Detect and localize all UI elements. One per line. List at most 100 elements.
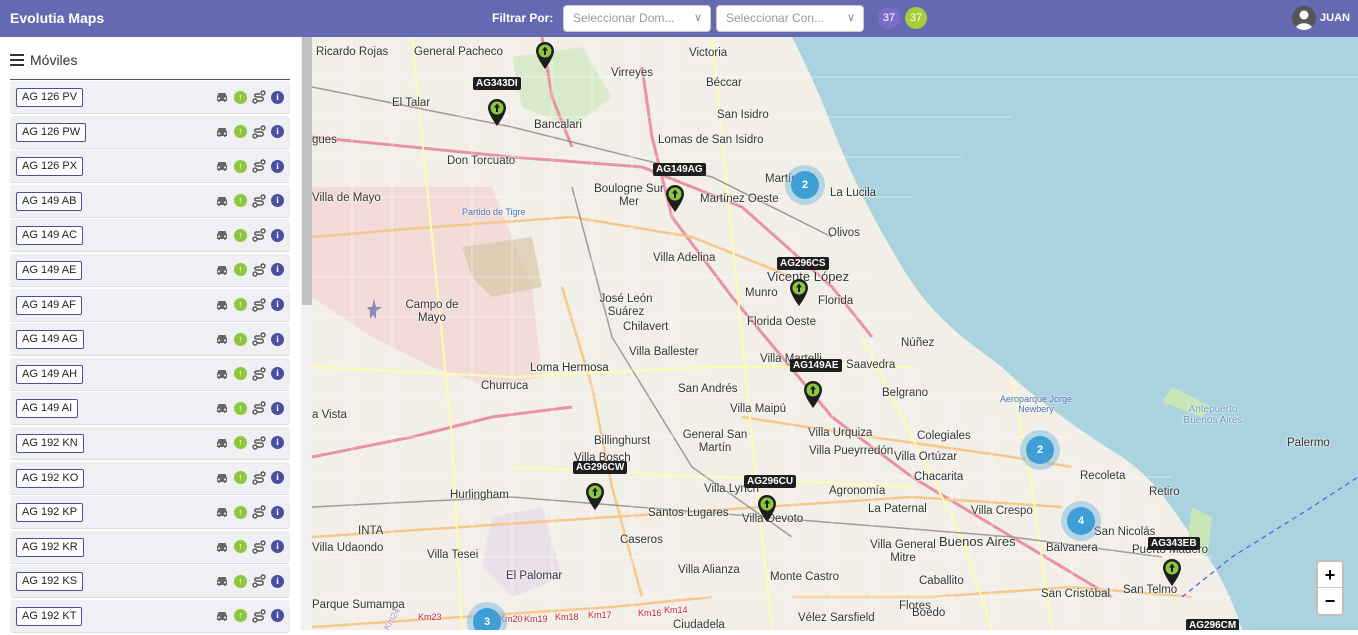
vehicle-row[interactable]: AG 149 AB ↑ i — [10, 184, 290, 218]
vehicle-row[interactable]: AG 149 AF ↑ i — [10, 288, 290, 322]
car-icon[interactable] — [215, 401, 229, 415]
count-badge-green[interactable]: 37 — [905, 7, 927, 29]
info-icon[interactable]: i — [271, 367, 284, 381]
status-arrow-icon[interactable]: ↑ — [234, 401, 247, 415]
car-icon[interactable] — [215, 159, 229, 173]
info-icon[interactable]: i — [271, 471, 284, 485]
scrollbar-thumb[interactable] — [302, 37, 312, 305]
user-menu[interactable]: JUAN — [1292, 6, 1350, 30]
driver-select[interactable]: Seleccionar Con... ∨ — [716, 5, 864, 32]
info-icon[interactable]: i — [271, 125, 284, 139]
marker-cluster[interactable]: 4 — [1061, 501, 1101, 541]
vehicle-label[interactable]: AG149AE — [790, 359, 842, 372]
vehicle-pin-icon[interactable] — [664, 183, 686, 213]
info-icon[interactable]: i — [271, 159, 284, 173]
vehicle-pin-icon[interactable] — [486, 97, 508, 127]
vehicle-label[interactable]: AG343EB — [1148, 537, 1200, 550]
car-icon[interactable] — [215, 298, 229, 312]
route-icon[interactable] — [252, 159, 266, 173]
vehicle-row[interactable]: AG 192 KP ↑ i — [10, 496, 290, 530]
vehicle-row[interactable]: AG 192 KR ↑ i — [10, 530, 290, 564]
route-icon[interactable] — [252, 436, 266, 450]
info-icon[interactable]: i — [271, 436, 284, 450]
vehicle-row[interactable]: AG 149 AG ↑ i — [10, 323, 290, 357]
status-arrow-icon[interactable]: ↑ — [234, 263, 247, 277]
vehicle-pin-icon[interactable] — [756, 493, 778, 523]
vehicle-label[interactable]: AG296CM — [1186, 619, 1240, 630]
car-icon[interactable] — [215, 367, 229, 381]
route-icon[interactable] — [252, 540, 266, 554]
car-icon[interactable] — [215, 540, 229, 554]
vehicle-label[interactable]: AG296CW — [573, 461, 628, 474]
vehicle-label[interactable]: AG296CU — [744, 475, 797, 488]
vehicle-row[interactable]: AG 192 KN ↑ i — [10, 426, 290, 460]
marker-cluster[interactable]: 2 — [1020, 430, 1060, 470]
vehicle-pin-icon[interactable] — [802, 379, 824, 409]
vehicle-row[interactable]: AG 149 AH ↑ i — [10, 357, 290, 391]
vehicle-row[interactable]: AG 192 KO ↑ i — [10, 461, 290, 495]
status-arrow-icon[interactable]: ↑ — [234, 159, 247, 173]
info-icon[interactable]: i — [271, 401, 284, 415]
vehicle-label[interactable]: AG149AG — [653, 163, 706, 176]
status-arrow-icon[interactable]: ↑ — [234, 90, 247, 104]
route-icon[interactable] — [252, 505, 266, 519]
car-icon[interactable] — [215, 332, 229, 346]
status-arrow-icon[interactable]: ↑ — [234, 228, 247, 242]
car-icon[interactable] — [215, 471, 229, 485]
route-icon[interactable] — [252, 263, 266, 277]
status-arrow-icon[interactable]: ↑ — [234, 194, 247, 208]
info-icon[interactable]: i — [271, 609, 284, 623]
vehicle-label[interactable]: AG296CS — [777, 257, 829, 270]
vehicle-row[interactable]: AG 126 PW ↑ i — [10, 115, 290, 149]
car-icon[interactable] — [215, 125, 229, 139]
status-arrow-icon[interactable]: ↑ — [234, 125, 247, 139]
status-arrow-icon[interactable]: ↑ — [234, 471, 247, 485]
zoom-out-button[interactable]: − — [1318, 588, 1342, 614]
status-arrow-icon[interactable]: ↑ — [234, 574, 247, 588]
route-icon[interactable] — [252, 609, 266, 623]
zoom-in-button[interactable]: + — [1318, 562, 1342, 588]
status-arrow-icon[interactable]: ↑ — [234, 367, 247, 381]
vehicle-row[interactable]: AG 149 AC ↑ i — [10, 219, 290, 253]
vehicle-pin-icon[interactable] — [584, 481, 606, 511]
info-icon[interactable]: i — [271, 332, 284, 346]
status-arrow-icon[interactable]: ↑ — [234, 540, 247, 554]
route-icon[interactable] — [252, 194, 266, 208]
route-icon[interactable] — [252, 574, 266, 589]
car-icon[interactable] — [215, 228, 229, 242]
vehicle-row[interactable]: AG 192 KT ↑ i — [10, 599, 290, 633]
map[interactable]: Ricardo Rojas General Pacheco Victoria Virr… — [312, 37, 1358, 630]
vehicle-row[interactable]: AG 149 AE ↑ i — [10, 253, 290, 287]
car-icon[interactable] — [215, 436, 229, 450]
marker-cluster[interactable]: 2 — [785, 165, 825, 205]
info-icon[interactable]: i — [271, 540, 284, 554]
vehicle-row[interactable]: AG 192 KS ↑ i — [10, 565, 290, 599]
sidebar-scrollbar[interactable] — [301, 37, 312, 630]
vehicle-row[interactable]: AG 126 PX ↑ i — [10, 150, 290, 184]
info-icon[interactable]: i — [271, 298, 284, 312]
status-arrow-icon[interactable]: ↑ — [234, 505, 247, 519]
count-badge-purple[interactable]: 37 — [878, 7, 900, 29]
info-icon[interactable]: i — [271, 263, 284, 277]
vehicle-pin-icon[interactable] — [788, 277, 810, 307]
info-icon[interactable]: i — [271, 90, 284, 104]
route-icon[interactable] — [252, 124, 266, 139]
vehicle-label[interactable]: AG343DI — [473, 77, 521, 90]
route-icon[interactable] — [252, 332, 266, 346]
car-icon[interactable] — [215, 194, 229, 208]
status-arrow-icon[interactable]: ↑ — [234, 298, 247, 312]
vehicle-row[interactable]: AG 126 PV ↑ i — [10, 81, 290, 114]
domain-select[interactable]: Seleccionar Dom... ∨ — [563, 5, 711, 32]
menu-icon[interactable] — [10, 54, 24, 66]
route-icon[interactable] — [252, 90, 266, 104]
vehicle-pin-icon[interactable] — [534, 40, 556, 70]
car-icon[interactable] — [215, 609, 229, 623]
info-icon[interactable]: i — [271, 574, 284, 588]
info-icon[interactable]: i — [271, 228, 284, 242]
car-icon[interactable] — [215, 90, 229, 104]
info-icon[interactable]: i — [271, 505, 284, 519]
route-icon[interactable] — [252, 401, 266, 416]
route-icon[interactable] — [252, 297, 266, 312]
car-icon[interactable] — [215, 505, 229, 519]
route-icon[interactable] — [252, 470, 266, 485]
